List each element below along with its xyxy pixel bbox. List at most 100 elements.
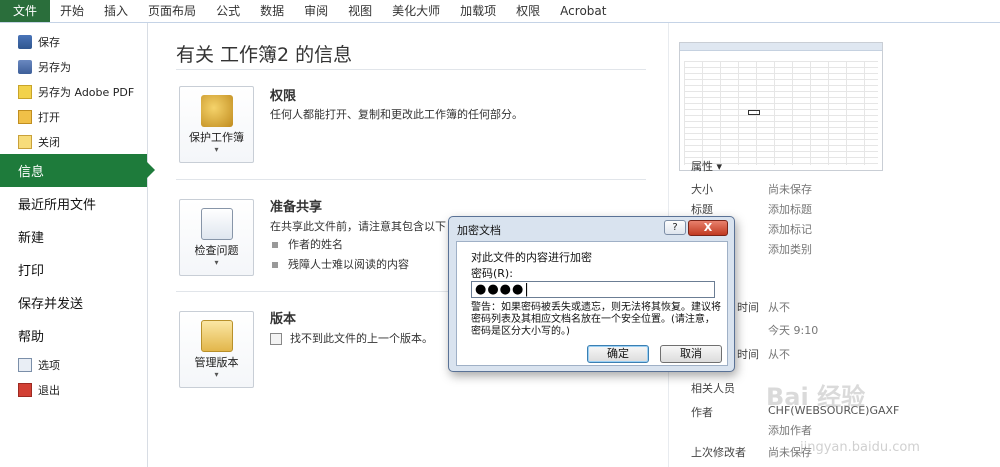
dialog-body: 对此文件的内容进行加密 密码(R): ●●●●| 警告：如果密码被丢失或遗忘，则… [456, 241, 728, 366]
share-title: 准备共享 [270, 200, 323, 215]
list-item: 作者的姓名 [272, 236, 343, 252]
permissions-title: 权限 [270, 89, 297, 104]
ribbon-tabs: 文件 开始 插入 页面布局 公式 数据 审阅 视图 美化大师 加载项 权限 Ac… [0, 0, 1000, 23]
nav-save[interactable]: 保存 [0, 29, 147, 54]
inspect-document-icon [200, 208, 233, 240]
preview-grid [684, 61, 878, 165]
tab-permissions[interactable]: 权限 [506, 0, 550, 22]
prop-title-label: 标题 [691, 203, 713, 216]
protect-workbook-button[interactable]: 保护工作簿 ▾ [179, 86, 254, 163]
dialog-heading: 对此文件的内容进行加密 [471, 251, 592, 264]
tab-formulas[interactable]: 公式 [206, 0, 250, 22]
prop-size-value: 尚未保存 [768, 183, 812, 196]
properties-header[interactable]: 属性 ▾ [691, 158, 722, 174]
nav-print[interactable]: 打印 [0, 253, 147, 286]
prop-size-label: 大小 [691, 183, 713, 196]
help-button[interactable]: ? [664, 220, 686, 235]
tab-view[interactable]: 视图 [338, 0, 382, 22]
baidu-watermark: Bai 经验 [766, 383, 866, 411]
nav-save-as-pdf-label: 另存为 Adobe PDF [38, 85, 135, 99]
save-icon [18, 34, 32, 49]
nav-exit[interactable]: 退出 [0, 377, 147, 402]
password-label: 密码(R): [471, 267, 513, 280]
author-label: 作者 [691, 406, 713, 419]
ok-button[interactable]: 确定 [587, 345, 649, 363]
workbook-preview[interactable] [679, 42, 883, 171]
permissions-text: 任何人都能打开、复制和更改此工作簿的任何部分。 [270, 108, 523, 121]
manage-versions-button[interactable]: 管理版本 ▾ [179, 311, 254, 388]
related-people-header: 相关人员 [691, 382, 735, 395]
versions-text: 找不到此文件的上一个版本。 [290, 332, 433, 345]
chevron-down-icon: ▾ [214, 258, 219, 267]
nav-close[interactable]: 关闭 [0, 129, 147, 154]
nav-options[interactable]: 选项 [0, 352, 147, 377]
nav-info[interactable]: 信息 [0, 154, 155, 187]
divider [176, 179, 646, 180]
baidu-watermark-url: jingyan.baidu.com [800, 440, 920, 455]
cancel-button[interactable]: 取消 [660, 345, 722, 363]
preview-ribbon [680, 43, 882, 51]
options-icon [18, 357, 32, 372]
folder-open-icon [18, 109, 32, 124]
nav-save-label: 保存 [38, 35, 60, 49]
versions-text-row: 找不到此文件的上一个版本。 [270, 330, 433, 346]
tab-review[interactable]: 审阅 [294, 0, 338, 22]
last-modified-label: 上次修改者 [691, 446, 746, 459]
date-value: 从不 [768, 301, 790, 314]
bullet-label: 残障人士难以阅读的内容 [288, 258, 409, 271]
nav-options-label: 选项 [38, 358, 60, 372]
chevron-down-icon: ▾ [214, 145, 219, 154]
nav-save-as-pdf[interactable]: 另存为 Adobe PDF [0, 79, 147, 104]
nav-save-as[interactable]: 另存为 [0, 54, 147, 79]
password-input[interactable]: ●●●●| [471, 281, 715, 298]
nav-new[interactable]: 新建 [0, 220, 147, 253]
manage-versions-label: 管理版本 [194, 356, 239, 369]
list-item: 残障人士难以阅读的内容 [272, 256, 409, 272]
tab-file[interactable]: 文件 [0, 0, 51, 22]
date-value: 今天 9:10 [768, 324, 819, 337]
pdf-icon [18, 84, 32, 99]
close-button[interactable]: X [688, 220, 728, 236]
backstage-nav: 保存 另存为 另存为 Adobe PDF 打开 关闭 信息 最近所用文件 新建 … [0, 23, 155, 467]
date-label: 时间 [737, 301, 759, 314]
divider [176, 69, 646, 70]
tab-acrobat[interactable]: Acrobat [550, 0, 616, 22]
nav-exit-label: 退出 [38, 383, 60, 397]
lock-key-icon [200, 95, 233, 127]
bullet-label: 作者的姓名 [288, 238, 343, 251]
nav-save-as-label: 另存为 [38, 60, 71, 74]
encrypt-document-dialog: 加密文档 ? X 对此文件的内容进行加密 密码(R): ●●●●| 警告：如果密… [448, 216, 735, 372]
date-label: 时间 [737, 348, 759, 361]
tab-beautify[interactable]: 美化大师 [382, 0, 450, 22]
versions-title: 版本 [270, 312, 297, 327]
tab-insert[interactable]: 插入 [94, 0, 138, 22]
check-issues-button[interactable]: 检查问题 ▾ [179, 199, 254, 276]
save-as-icon [18, 59, 32, 74]
share-text: 在共享此文件前，请注意其包含以下 [270, 220, 446, 233]
check-issues-label: 检查问题 [194, 244, 239, 257]
prop-category-value[interactable]: 添加类别 [768, 241, 812, 257]
tab-home[interactable]: 开始 [50, 0, 94, 22]
nav-open-label: 打开 [38, 110, 60, 124]
dialog-title: 加密文档 [457, 224, 501, 237]
exit-icon [18, 382, 32, 397]
nav-close-label: 关闭 [38, 135, 60, 149]
tab-data[interactable]: 数据 [250, 0, 294, 22]
nav-help[interactable]: 帮助 [0, 319, 147, 352]
tab-page-layout[interactable]: 页面布局 [138, 0, 206, 22]
nav-save-send[interactable]: 保存并发送 [0, 286, 147, 319]
nav-recent[interactable]: 最近所用文件 [0, 187, 147, 220]
versions-icon [200, 320, 233, 352]
page-title: 有关 工作簿2 的信息 [176, 44, 353, 66]
document-icon [270, 333, 282, 345]
close-file-icon [18, 134, 32, 149]
protect-workbook-label: 保护工作簿 [189, 131, 244, 144]
bullet-icon [272, 262, 278, 268]
date-value: 从不 [768, 348, 790, 361]
tab-addins[interactable]: 加载项 [450, 0, 506, 22]
prop-tags-value[interactable]: 添加标记 [768, 221, 812, 237]
chevron-down-icon: ▾ [214, 370, 219, 379]
add-author-link[interactable]: 添加作者 [768, 422, 812, 438]
nav-open[interactable]: 打开 [0, 104, 147, 129]
prop-title-value[interactable]: 添加标题 [768, 201, 812, 217]
